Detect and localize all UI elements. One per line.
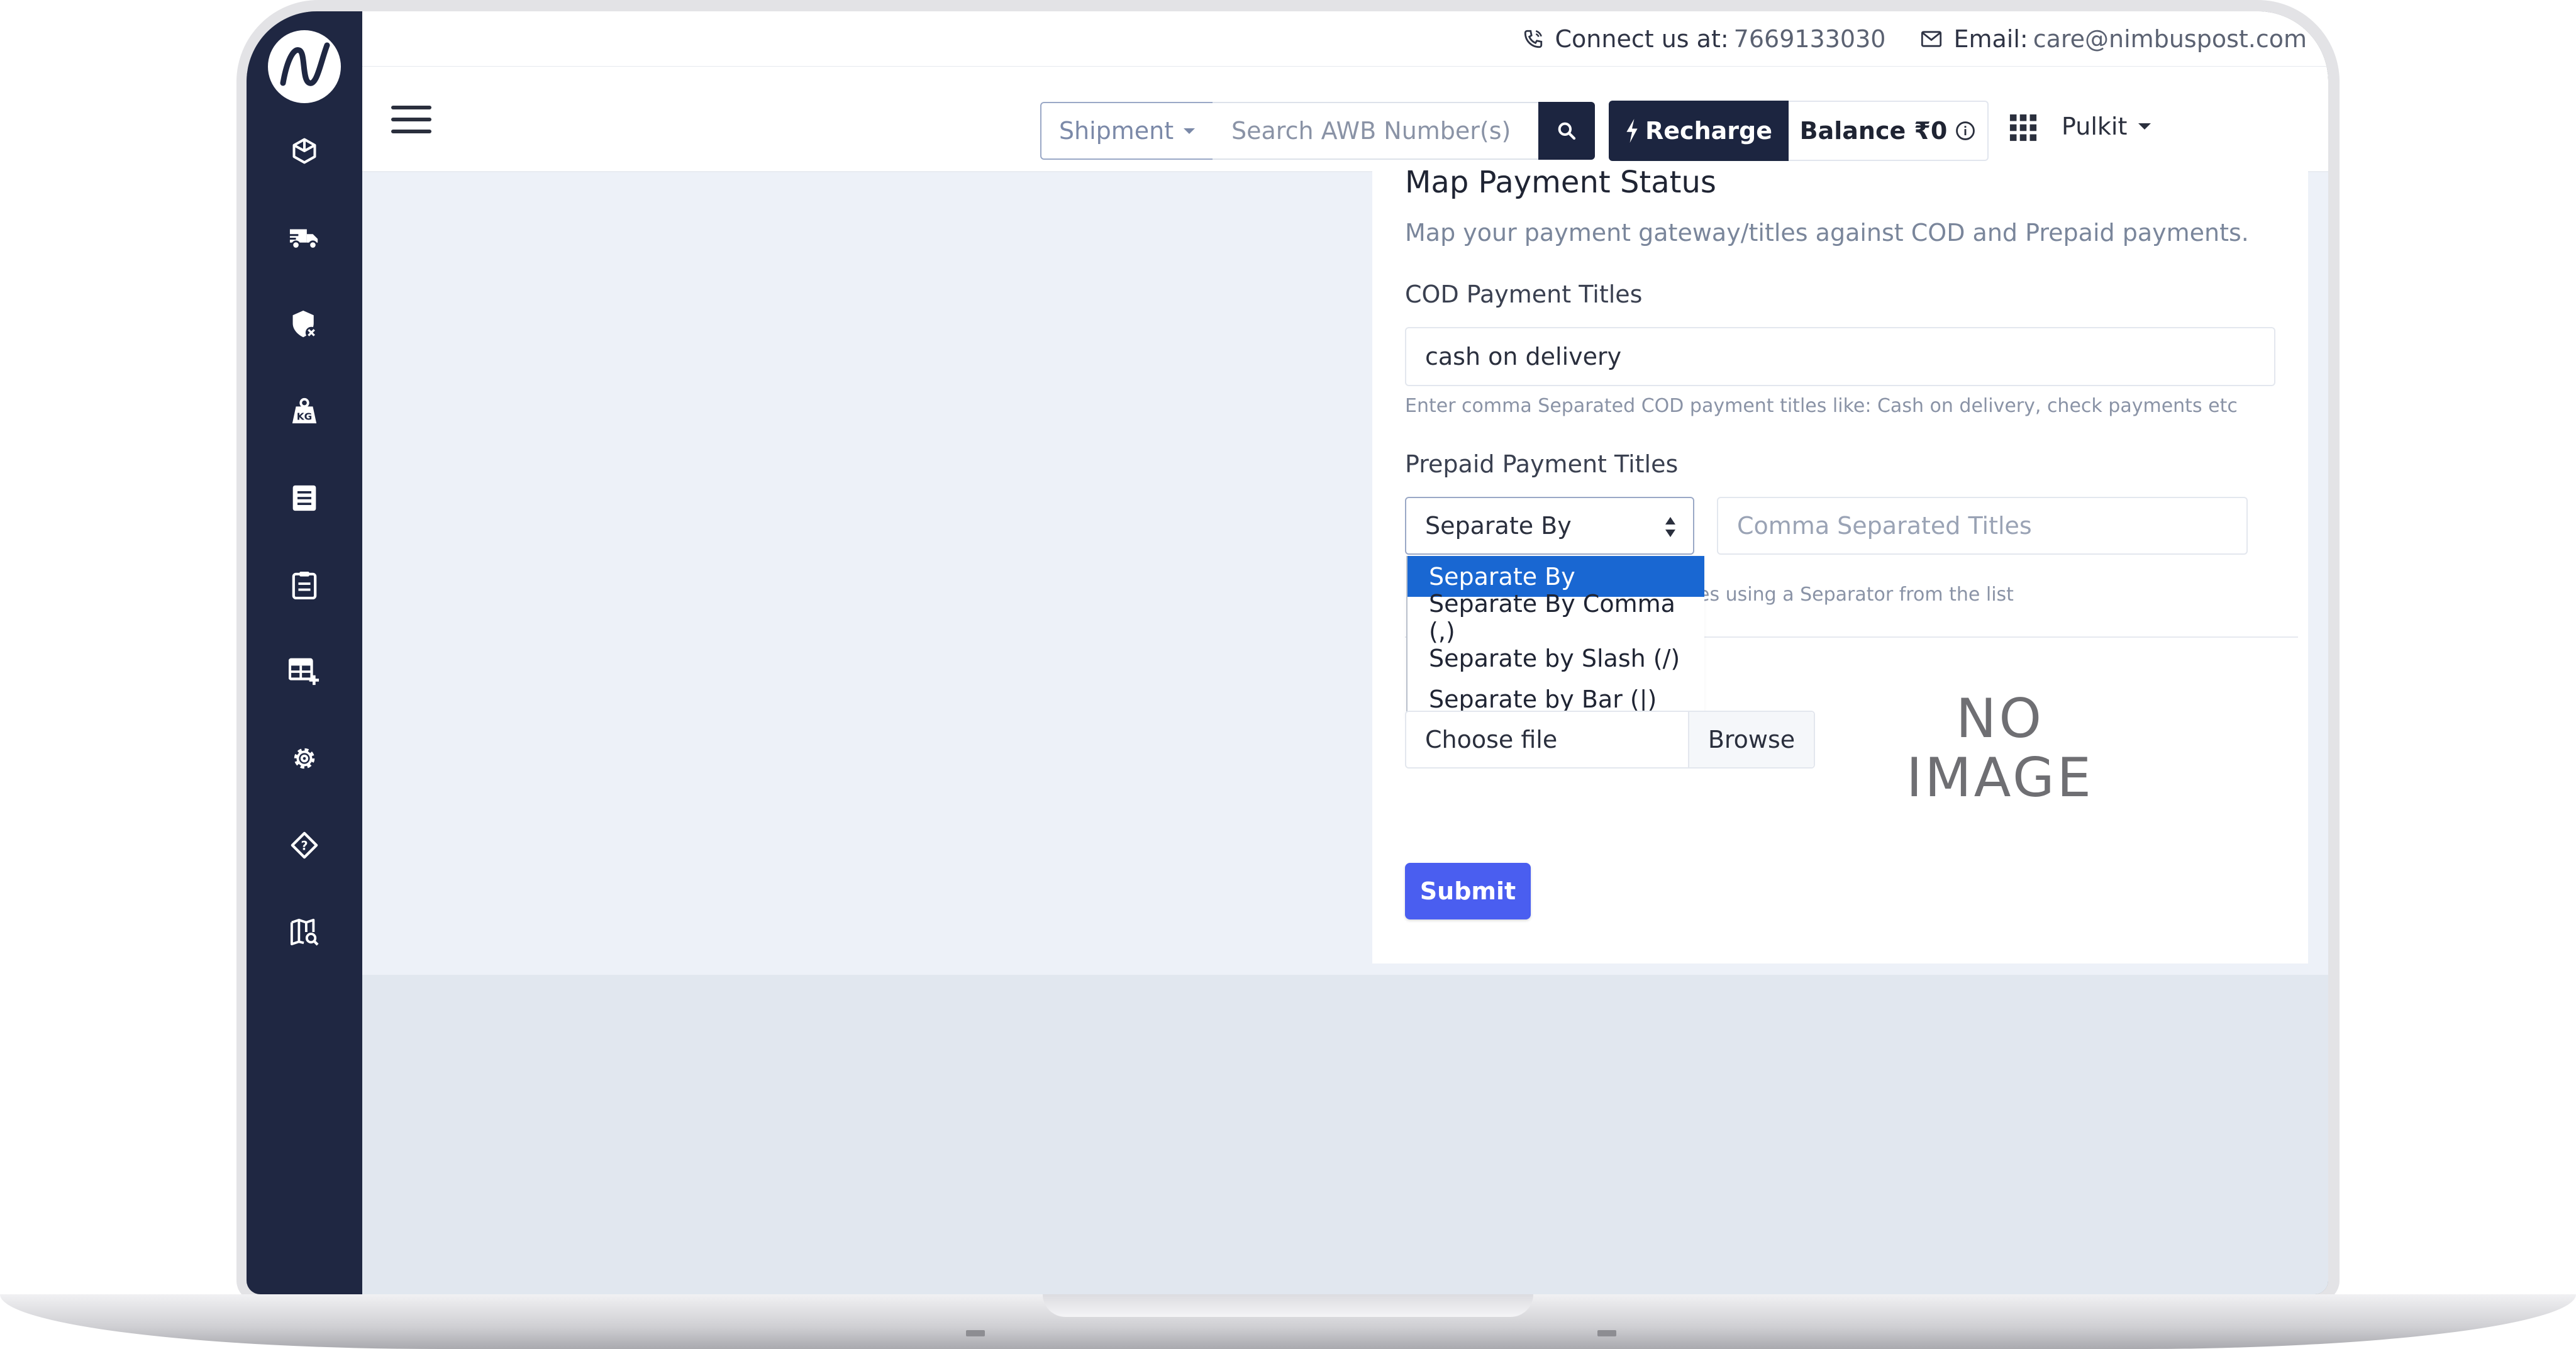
laptop-foot-left [966,1330,985,1336]
lightning-icon [1626,119,1638,143]
truck-icon[interactable] [282,219,326,257]
contact-info: Connect us at: 7669133030 Email: care@ni… [1523,25,2307,53]
shield-x-icon[interactable] [282,306,326,343]
cod-label: COD Payment Titles [1405,280,1643,308]
logo-mark-icon [280,42,330,86]
choose-file-label: Choose file [1425,726,1558,753]
phone-label: Connect us at: [1555,25,1729,53]
weight-kg-icon[interactable]: KG [282,392,326,430]
phone-icon [1524,30,1542,48]
awb-search-input[interactable]: Search AWB Number(s) [1213,102,1540,160]
info-icon [1956,121,1975,140]
no-image-line-2: IMAGE [1906,747,2094,809]
map-search-icon[interactable] [282,913,326,951]
svg-text:?: ? [301,839,308,853]
help-diamond-icon[interactable]: ? [282,826,326,864]
caret-down-icon [2138,123,2151,130]
comma-titles-input[interactable]: Comma Separated Titles [1717,497,2248,555]
box-icon[interactable] [282,132,326,170]
mail-icon [1921,31,1942,47]
page-background [362,975,2328,1294]
balance-label: Balance ₹0 [1799,117,1948,145]
search-icon [1558,122,1576,140]
user-name: Pulkit [2062,113,2128,140]
hamburger-menu-icon[interactable] [391,106,431,133]
no-image-placeholder: NO IMAGE [1874,689,2126,808]
prepaid-help-text: es using a Separator from the list [1698,584,2014,606]
shipment-dropdown[interactable]: Shipment [1040,102,1214,160]
no-image-line-1: NO [1955,687,2045,750]
email-address[interactable]: care@nimbuspost.com [2033,25,2307,53]
shipment-label: Shipment [1058,117,1174,145]
phone-number[interactable]: 7669133030 [1734,25,1886,53]
contact-bar: Connect us at: 7669133030 Email: care@ni… [362,11,2328,67]
search-button[interactable] [1538,102,1595,160]
card-title: Map Payment Status [1405,165,1716,200]
sidebar: KG ? [247,11,362,1294]
separator-select[interactable]: Separate By [1405,497,1694,555]
navbar: Shipment Search AWB Number(s) Recharge B… [362,67,2328,172]
prepaid-label: Prepaid Payment Titles [1405,450,1679,478]
svg-text:KG: KG [297,411,312,422]
laptop-foot-right [1597,1330,1616,1336]
cod-titles-input[interactable]: cash on delivery [1405,327,2275,386]
gear-icon[interactable] [282,740,326,777]
recharge-label: Recharge [1645,117,1772,145]
select-arrows-icon [1665,517,1675,537]
laptop-notch [1043,1294,1533,1317]
apps-grid-icon[interactable] [2009,113,2038,142]
table-add-icon[interactable] [282,653,326,691]
clipboard-icon[interactable] [282,566,326,604]
separator-options-list: Separate By Separate By Comma (,) Separa… [1406,556,1704,719]
separator-selected-value: Separate By [1425,512,1572,540]
browse-button[interactable]: Browse [1688,712,1814,767]
caret-down-icon [1184,128,1196,134]
recharge-button[interactable]: Recharge [1609,101,1789,161]
logo-file-input[interactable]: Choose file Browse [1405,711,1815,769]
submit-button[interactable]: Submit [1405,863,1531,919]
cod-help-text: Enter comma Separated COD payment titles… [1405,395,2238,417]
separator-option[interactable]: Separate By Comma (,) [1407,590,1704,645]
separator-option[interactable]: Separate by Slash (/) [1407,638,1704,679]
list-icon[interactable] [282,479,326,517]
user-menu[interactable]: Pulkit [2062,104,2151,148]
nimbuspost-logo[interactable] [268,30,341,103]
card-subtitle: Map your payment gateway/titles against … [1405,219,2249,247]
balance-display[interactable]: Balance ₹0 [1789,101,1989,161]
email-label: Email: [1953,25,2028,53]
